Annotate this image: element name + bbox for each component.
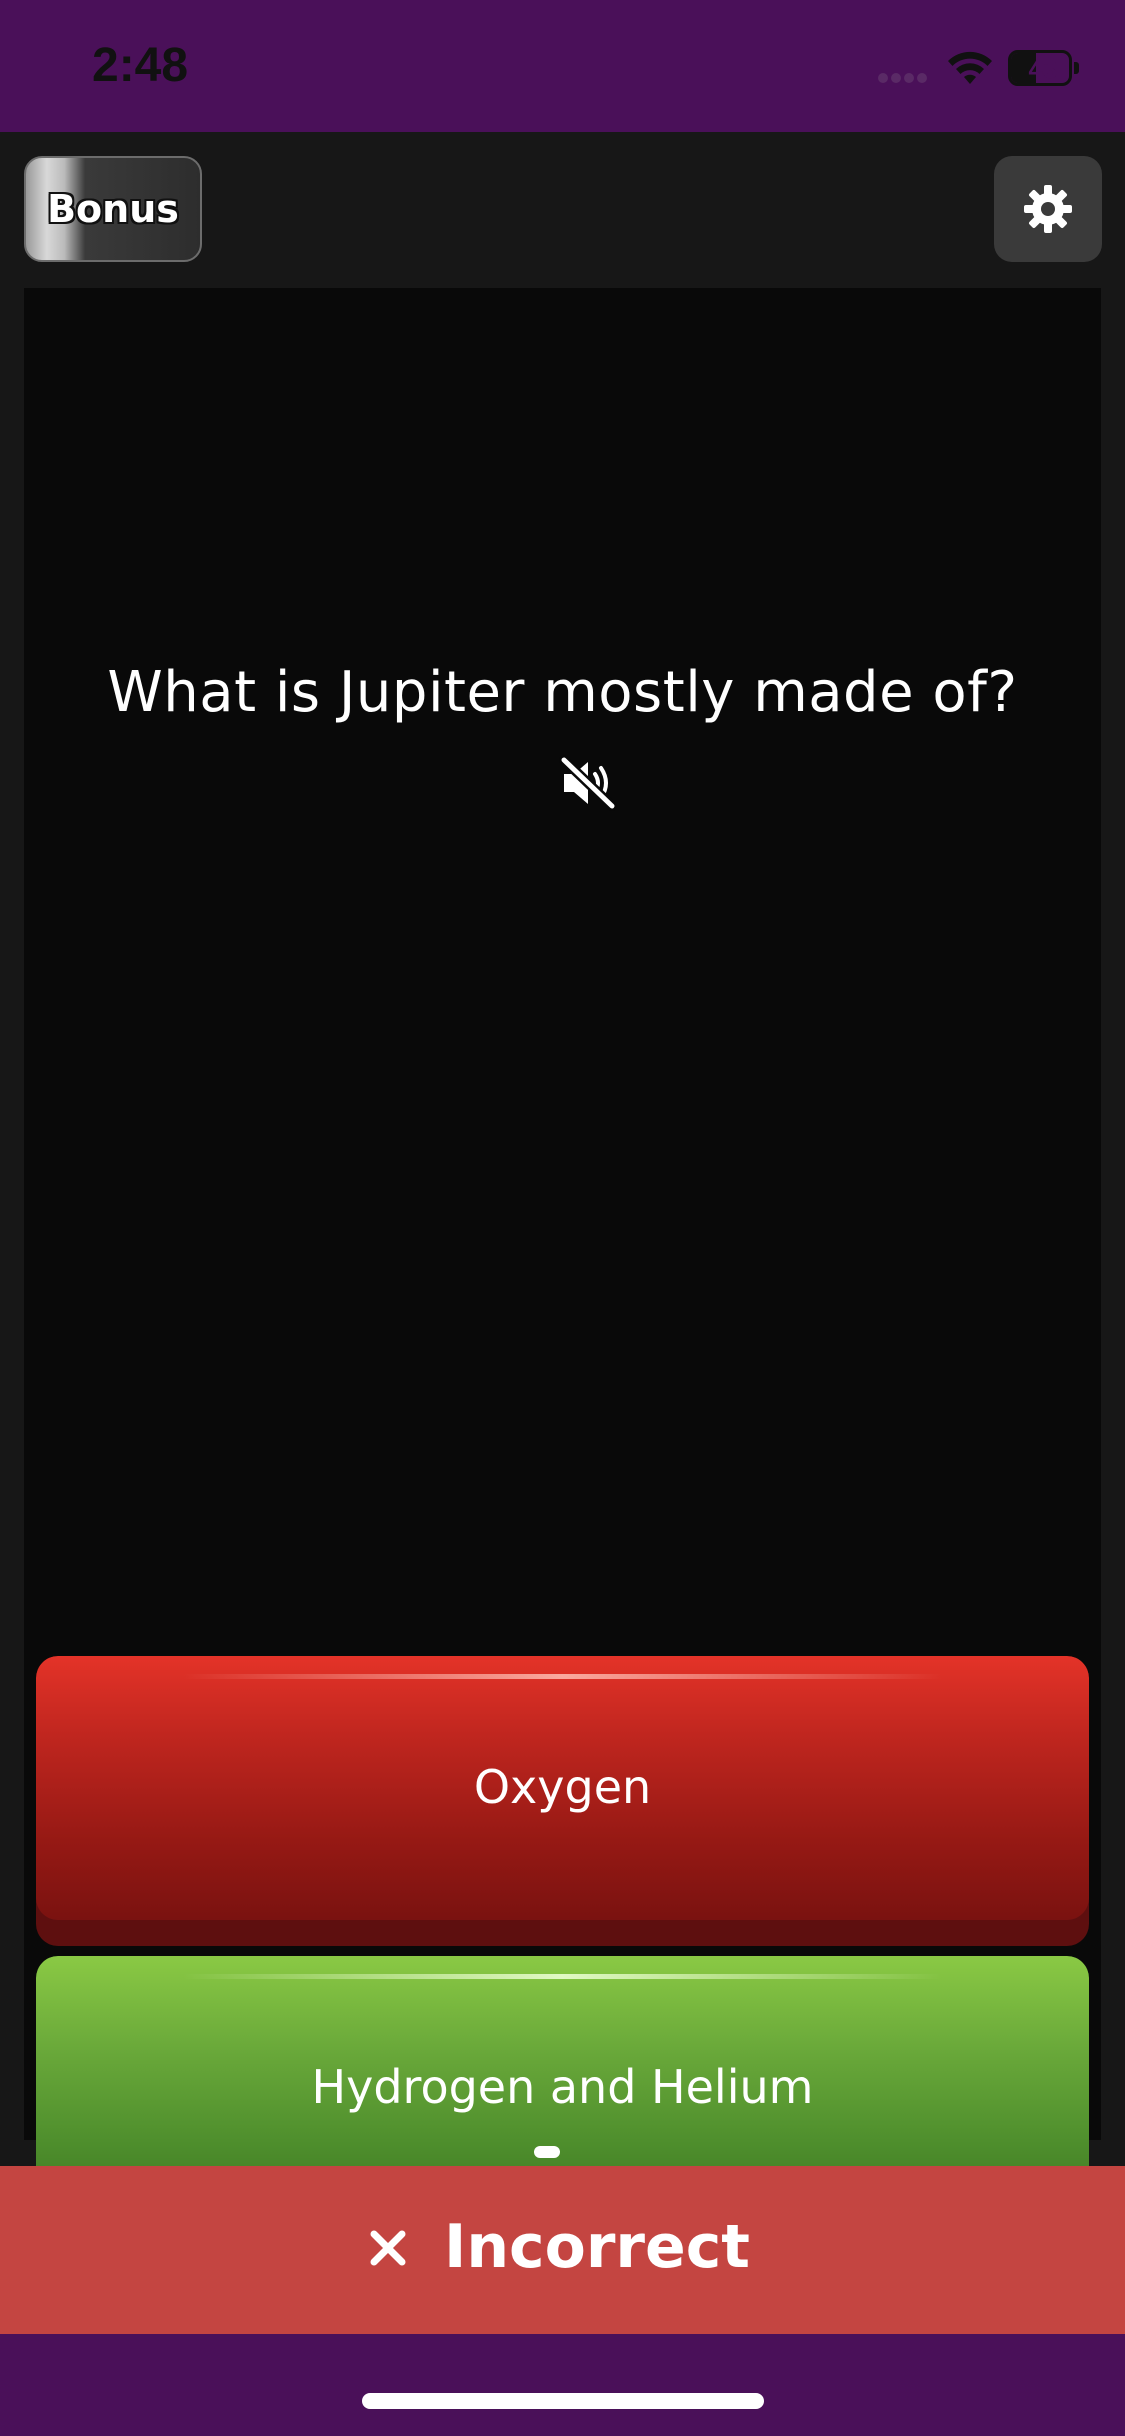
status-time: 2:48 bbox=[92, 39, 189, 92]
cellular-signal-icon bbox=[878, 68, 938, 83]
battery-icon: 43 bbox=[1008, 50, 1080, 86]
question-panel: What is Jupiter mostly made of? Oxygen H… bbox=[24, 288, 1101, 2246]
question-text: What is Jupiter mostly made of? bbox=[107, 660, 1018, 725]
status-bar: 2:48 43 bbox=[0, 0, 1125, 132]
speaker-muted-icon[interactable] bbox=[558, 754, 618, 812]
gear-icon bbox=[1024, 185, 1072, 233]
result-label: Incorrect bbox=[444, 2212, 750, 2282]
answer-label: Hydrogen and Helium bbox=[311, 2060, 814, 2114]
bonus-label: Bonus bbox=[47, 187, 179, 231]
home-indicator[interactable] bbox=[362, 2393, 764, 2409]
wifi-icon bbox=[948, 51, 992, 84]
result-banner: Incorrect bbox=[0, 2166, 1125, 2334]
bonus-button[interactable]: Bonus bbox=[24, 156, 202, 262]
settings-button[interactable] bbox=[994, 156, 1102, 262]
answer-option-incorrect[interactable]: Oxygen bbox=[36, 1656, 1089, 1946]
page-indicator bbox=[534, 2146, 560, 2158]
close-icon bbox=[370, 2230, 406, 2266]
battery-level: 43 bbox=[1028, 54, 1058, 84]
quiz-screen: Bonus What is Jupiter mostly made of? Ox… bbox=[0, 132, 1125, 2246]
answer-label: Oxygen bbox=[473, 1760, 652, 1814]
